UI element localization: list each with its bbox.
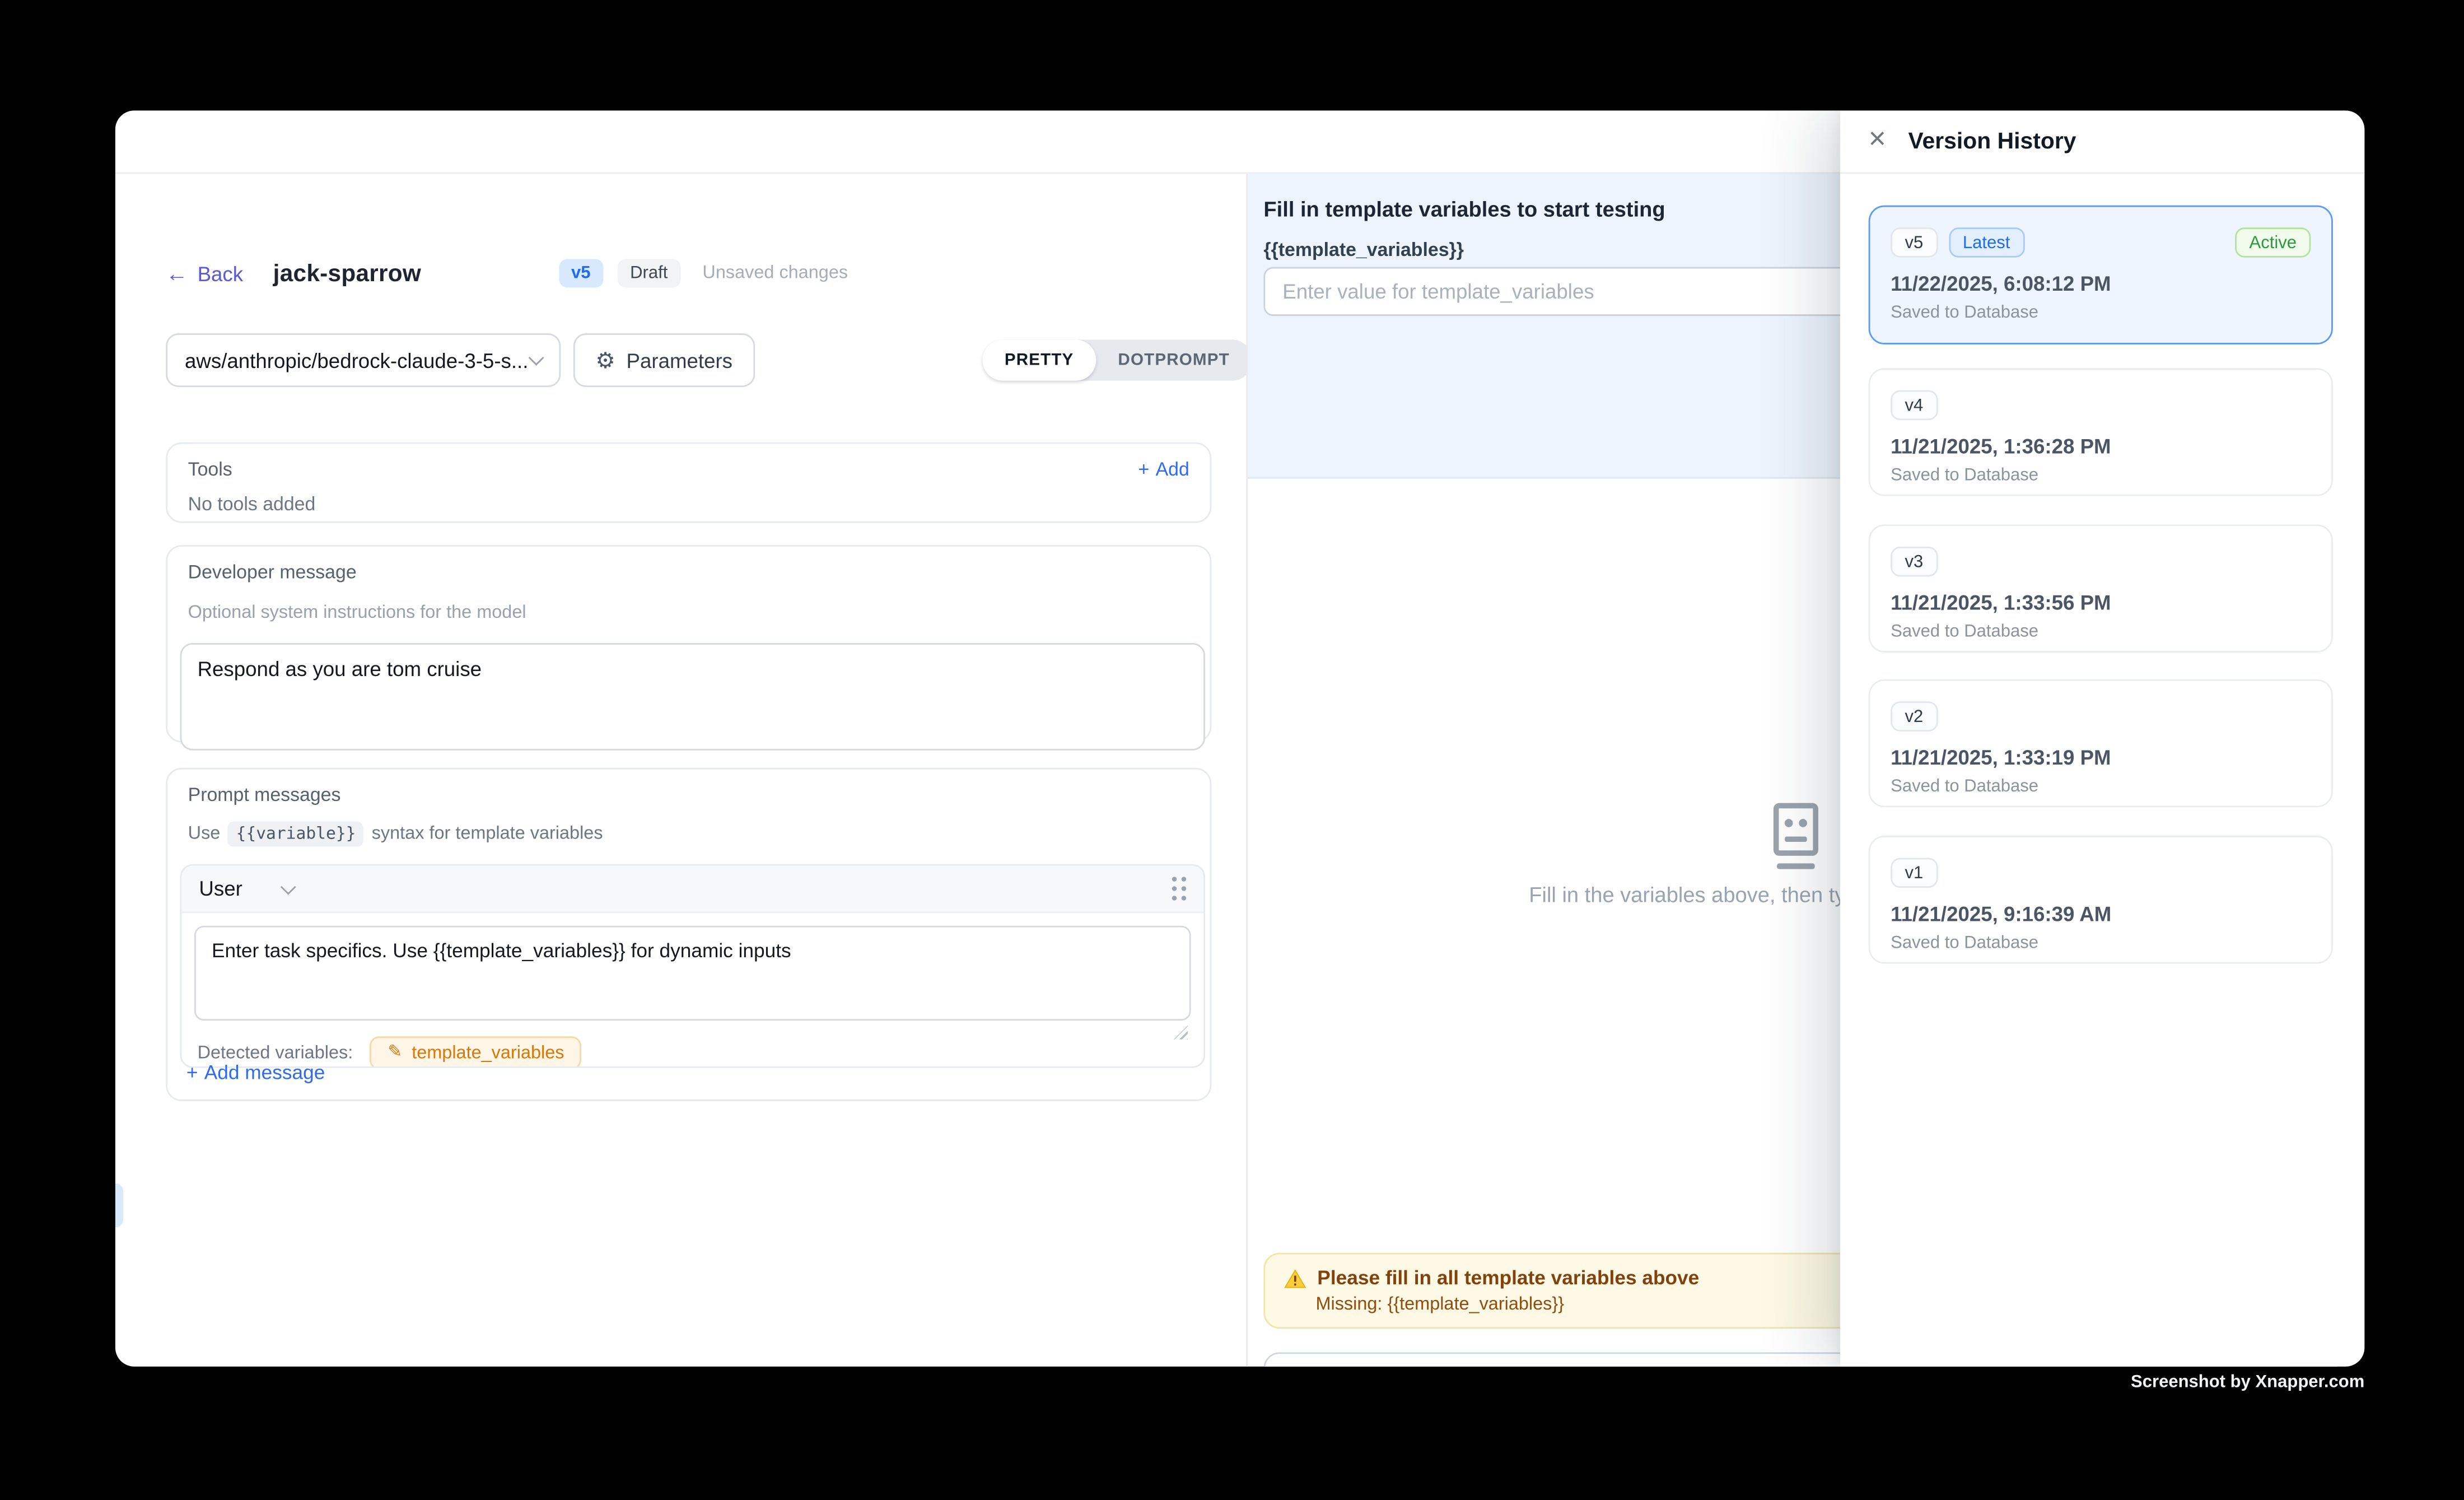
- plus-icon: +: [1138, 458, 1150, 480]
- message-header: User: [181, 866, 1203, 914]
- add-message-label: Add message: [204, 1061, 325, 1083]
- model-select[interactable]: aws/anthropic/bedrock-claude-3-5-s...: [166, 333, 561, 387]
- toggle-pretty[interactable]: PRETTY: [982, 339, 1096, 380]
- draft-badge: Draft: [618, 259, 680, 288]
- role-select[interactable]: User: [199, 877, 295, 900]
- version-status: Saved to Database: [1891, 777, 2311, 796]
- version-status: Saved to Database: [1891, 304, 2311, 323]
- chevron-down-icon: [529, 349, 544, 365]
- tester-title: Fill in template variables to start test…: [1263, 198, 1665, 221]
- version-timestamp: 11/21/2025, 1:33:56 PM: [1891, 591, 2311, 614]
- version-history-title: Version History: [1908, 129, 2076, 154]
- detected-variables-row: Detected variables: ✎ template_variables: [181, 1033, 1203, 1068]
- app-window: ← Back jack-sparrow v5 Draft Unsaved cha…: [115, 110, 2364, 1366]
- developer-message-textarea[interactable]: Respond as you are tom cruise: [180, 643, 1206, 751]
- stage: ← Back jack-sparrow v5 Draft Unsaved cha…: [0, 0, 2464, 1500]
- robot-face-icon: [1765, 803, 1828, 872]
- version-card-v1[interactable]: v1 11/21/2025, 9:16:39 AM Saved to Datab…: [1869, 836, 2333, 963]
- add-message-row: + Add message: [186, 1061, 325, 1083]
- back-label: Back: [198, 262, 244, 285]
- version-history-panel: × Version History v5 Latest Active 11/22…: [1840, 110, 2364, 1366]
- parameters-label: Parameters: [627, 348, 733, 372]
- version-card-v2[interactable]: v2 11/21/2025, 1:33:19 PM Saved to Datab…: [1869, 679, 2333, 807]
- version-status: Saved to Database: [1891, 466, 2311, 485]
- plus-icon: +: [186, 1061, 198, 1083]
- template-variable-label: {{template_variables}}: [1263, 239, 1463, 260]
- empty-state-text: Fill in the variables above, then typ: [1529, 883, 1857, 907]
- close-icon[interactable]: ×: [1869, 125, 1886, 155]
- detected-variables-label: Detected variables:: [198, 1044, 353, 1063]
- page-header-row: ← Back jack-sparrow v5 Draft Unsaved cha…: [166, 258, 848, 289]
- message-block: User Enter task specifics. Use {{templat…: [180, 864, 1206, 1068]
- pencil-icon: ✎: [388, 1044, 402, 1061]
- version-card-v4[interactable]: v4 11/21/2025, 1:36:28 PM Saved to Datab…: [1869, 368, 2333, 496]
- add-tool-label: Add: [1156, 458, 1189, 480]
- version-card-v5[interactable]: v5 Latest Active 11/22/2025, 6:08:12 PM …: [1869, 206, 2333, 344]
- drag-handle-icon[interactable]: [1172, 877, 1186, 900]
- back-arrow-icon: ←: [166, 262, 188, 284]
- developer-message-hint: Optional system instructions for the mod…: [188, 603, 1197, 622]
- page-title: jack-sparrow: [273, 260, 421, 287]
- variable-syntax-chip: {{variable}}: [228, 822, 363, 847]
- role-label: User: [199, 877, 242, 900]
- model-row: aws/anthropic/bedrock-claude-3-5-s... ⚙ …: [166, 333, 754, 387]
- edge-pill-decoration: [115, 1184, 123, 1228]
- chevron-down-icon: [281, 879, 297, 895]
- version-timestamp: 11/22/2025, 6:08:12 PM: [1891, 272, 2311, 295]
- format-toggle: PRETTY DOTPROMPT: [982, 339, 1252, 380]
- detected-variable-chip[interactable]: ✎ template_variables: [370, 1036, 581, 1068]
- model-select-value: aws/anthropic/bedrock-claude-3-5-s...: [185, 348, 528, 372]
- developer-message-label: Developer message: [188, 561, 1197, 583]
- developer-message-card: Developer message Optional system instru…: [166, 545, 1211, 743]
- version-history-header: × Version History: [1840, 110, 2364, 174]
- hint-suffix: syntax for template variables: [372, 824, 603, 844]
- add-message-button[interactable]: + Add message: [186, 1061, 325, 1083]
- version-status: Saved to Database: [1891, 622, 2311, 641]
- prompt-messages-card: Prompt messages Use {{variable}} syntax …: [166, 768, 1211, 1101]
- tools-card: Tools + Add No tools added: [166, 442, 1211, 523]
- version-timestamp: 11/21/2025, 1:33:19 PM: [1891, 746, 2311, 769]
- add-tool-button[interactable]: + Add: [1138, 458, 1189, 480]
- version-badge: v5: [558, 259, 603, 288]
- message-textarea[interactable]: Enter task specifics. Use {{template_var…: [194, 926, 1191, 1021]
- tools-empty-text: No tools added: [188, 493, 1189, 515]
- unsaved-changes-label: Unsaved changes: [702, 264, 848, 283]
- back-button[interactable]: ← Back: [166, 262, 243, 285]
- gear-icon: ⚙: [595, 349, 615, 371]
- parameters-button[interactable]: ⚙ Parameters: [573, 333, 755, 387]
- version-id-badge: v5: [1891, 227, 1938, 258]
- watermark: Screenshot by Xnapper.com: [2131, 1373, 2364, 1392]
- version-id-badge: v4: [1891, 390, 1938, 421]
- version-card-v3[interactable]: v3 11/21/2025, 1:33:56 PM Saved to Datab…: [1869, 524, 2333, 652]
- prompt-messages-label: Prompt messages: [188, 784, 1197, 805]
- version-id-badge: v2: [1891, 701, 1938, 732]
- tools-label: Tools: [188, 458, 232, 480]
- version-timestamp: 11/21/2025, 1:36:28 PM: [1891, 435, 2311, 458]
- detected-variable-name: template_variables: [412, 1044, 564, 1063]
- version-id-badge: v1: [1891, 858, 1938, 888]
- latest-badge: Latest: [1948, 227, 2024, 258]
- hint-prefix: Use: [188, 824, 221, 844]
- version-timestamp: 11/21/2025, 9:16:39 AM: [1891, 902, 2311, 926]
- warning-triangle-icon: [1284, 1268, 1306, 1288]
- warning-title: Please fill in all template variables ab…: [1317, 1267, 1699, 1289]
- prompt-messages-hint: Use {{variable}} syntax for template var…: [188, 822, 1197, 847]
- version-status: Saved to Database: [1891, 934, 2311, 953]
- toggle-dotprompt[interactable]: DOTPROMPT: [1096, 339, 1252, 380]
- active-badge: Active: [2235, 227, 2311, 258]
- version-id-badge: v3: [1891, 547, 1938, 577]
